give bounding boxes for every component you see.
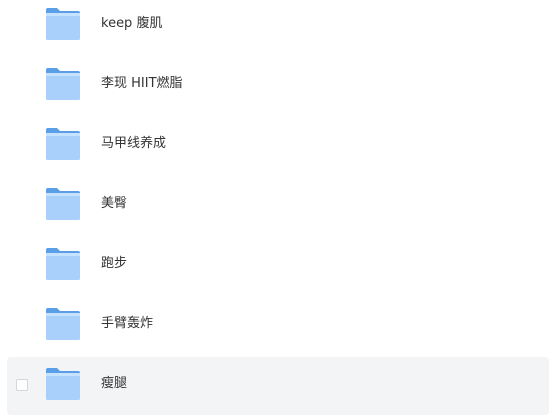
folder-row-lixian-hiit[interactable]: 李现 HIIT燃脂 (7, 57, 549, 115)
folder-row-running[interactable]: 跑步 (7, 237, 549, 295)
folder-name: 美臀 (101, 196, 128, 211)
folder-icon (45, 67, 81, 101)
folder-name: 瘦腿 (101, 376, 128, 391)
folder-icon (45, 7, 81, 41)
folder-name: keep 腹肌 (101, 16, 163, 31)
folder-row-arm-blast[interactable]: 手臂轰炸 (7, 297, 549, 355)
folder-icon (45, 367, 81, 401)
folder-row-keep-abs[interactable]: keep 腹肌 (7, 0, 549, 55)
folder-row-glutes[interactable]: 美臀 (7, 177, 549, 235)
folder-icon (45, 307, 81, 341)
folder-name: 李现 HIIT燃脂 (101, 76, 183, 91)
folder-row-vest-line[interactable]: 马甲线养成 (7, 117, 549, 175)
folder-icon (45, 247, 81, 281)
folder-name: 跑步 (101, 256, 128, 271)
folder-icon (45, 187, 81, 221)
row-checkbox[interactable] (16, 379, 28, 391)
folder-row-slim-legs[interactable]: 瘦腿 (7, 357, 549, 415)
folder-name: 马甲线养成 (101, 136, 167, 151)
folder-name: 手臂轰炸 (101, 316, 154, 331)
file-list: keep 腹肌 李现 HIIT燃脂 马甲线养成 美臀 跑步 手臂轰炸 瘦腿 (0, 0, 550, 417)
folder-icon (45, 127, 81, 161)
